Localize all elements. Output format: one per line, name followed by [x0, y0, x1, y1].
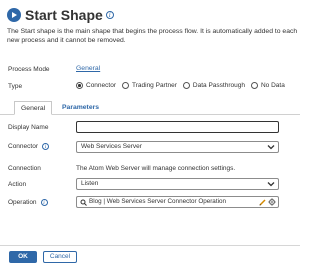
tab-parameters[interactable]: Parameters — [56, 101, 105, 115]
operation-field[interactable]: Blog | Web Services Server Connector Ope… — [76, 196, 279, 208]
action-label: Action — [8, 181, 26, 188]
tab-bar: General Parameters — [0, 101, 300, 115]
display-name-input[interactable] — [76, 121, 279, 133]
radio-connector-label: Connector — [86, 82, 116, 89]
chevron-down-icon — [267, 145, 275, 150]
connector-label-text: Connector — [8, 143, 38, 150]
page-title: Start Shape — [25, 7, 103, 23]
description-line-1: The Start shape is the main shape that b… — [7, 28, 298, 35]
radio-no-data[interactable]: No Data — [250, 82, 285, 89]
radio-trading-partner-dot[interactable] — [122, 82, 129, 89]
radio-trading-partner-label: Trading Partner — [132, 82, 177, 89]
chevron-down-icon — [267, 182, 275, 187]
cancel-button[interactable]: Cancel — [43, 251, 77, 263]
gear-icon[interactable] — [268, 198, 276, 206]
process-mode-link[interactable]: General — [76, 65, 100, 72]
description-line-2: new process and it cannot be removed. — [7, 37, 126, 44]
connection-label-text: Connection — [8, 165, 41, 172]
start-shape-icon — [7, 8, 21, 22]
connector-select-value: Web Services Server — [81, 143, 142, 150]
radio-connector-dot[interactable] — [76, 82, 83, 89]
ok-button[interactable]: OK — [9, 251, 37, 263]
display-name-label: Display Name — [8, 124, 48, 131]
radio-connector[interactable]: Connector — [76, 82, 116, 89]
action-select[interactable]: Listen — [76, 178, 279, 190]
operation-value: Blog | Web Services Server Connector Ope… — [89, 198, 226, 205]
radio-data-passthrough-label: Data Passthrough — [192, 82, 245, 89]
process-mode-label: Process Mode — [8, 66, 50, 73]
info-icon[interactable]: i — [105, 11, 114, 19]
connection-label: Connection — [8, 165, 41, 172]
connector-info-icon[interactable]: i — [42, 143, 49, 150]
pencil-icon[interactable] — [259, 198, 266, 206]
radio-no-data-dot[interactable] — [250, 82, 258, 89]
radio-trading-partner[interactable]: Trading Partner — [122, 82, 177, 89]
tab-general[interactable]: General — [14, 101, 52, 115]
connection-value: The Atom Web Server will manage connecti… — [76, 165, 236, 172]
radio-data-passthrough-dot[interactable] — [182, 82, 190, 89]
description: The Start shape is the main shape that b… — [7, 27, 302, 45]
radio-no-data-label: No Data — [260, 82, 285, 89]
operation-label-text: Operation — [8, 199, 37, 206]
connector-label: Connector i — [8, 143, 49, 150]
connector-select[interactable]: Web Services Server — [76, 141, 279, 153]
action-select-value: Listen — [81, 180, 99, 187]
operation-info-icon[interactable]: i — [40, 199, 48, 206]
radio-data-passthrough[interactable]: Data Passthrough — [182, 82, 245, 89]
dialog-footer: OK Cancel — [0, 245, 300, 269]
operation-label: Operation i — [8, 199, 48, 206]
header: Start Shape i — [7, 7, 114, 23]
display-name-label-text: Display Name — [8, 124, 49, 131]
search-icon[interactable] — [80, 199, 87, 206]
type-label: Type — [8, 83, 23, 90]
action-label-text: Action — [8, 181, 27, 188]
type-radio-group: Connector Trading Partner Data Passthrou… — [76, 82, 291, 89]
